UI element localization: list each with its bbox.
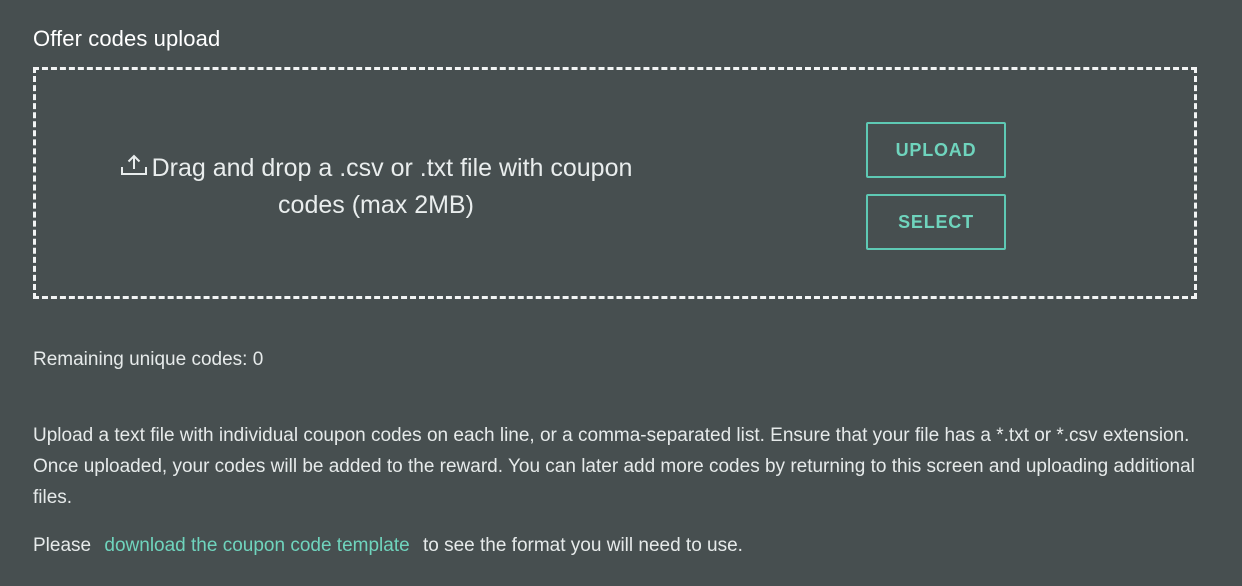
template-suffix: to see the format you will need to use.: [422, 535, 743, 556]
download-template-link[interactable]: download the coupon code template: [104, 535, 409, 556]
dropzone-message-block: Drag and drop a .csv or .txt file with c…: [106, 150, 646, 224]
remaining-codes-count: Remaining unique codes: 0: [33, 349, 264, 370]
select-button[interactable]: SELECT: [866, 194, 1006, 250]
dropzone-message: Drag and drop a .csv or .txt file with c…: [151, 154, 633, 219]
help-paragraph: Upload a text file with individual coupo…: [33, 425, 1195, 508]
section-title: Offer codes upload: [33, 26, 221, 51]
file-dropzone[interactable]: Drag and drop a .csv or .txt file with c…: [33, 67, 1197, 299]
upload-icon: [120, 151, 148, 175]
template-instructions: Please download the coupon code template…: [33, 535, 743, 557]
upload-button[interactable]: UPLOAD: [866, 122, 1006, 178]
template-prefix: Please: [33, 535, 92, 556]
